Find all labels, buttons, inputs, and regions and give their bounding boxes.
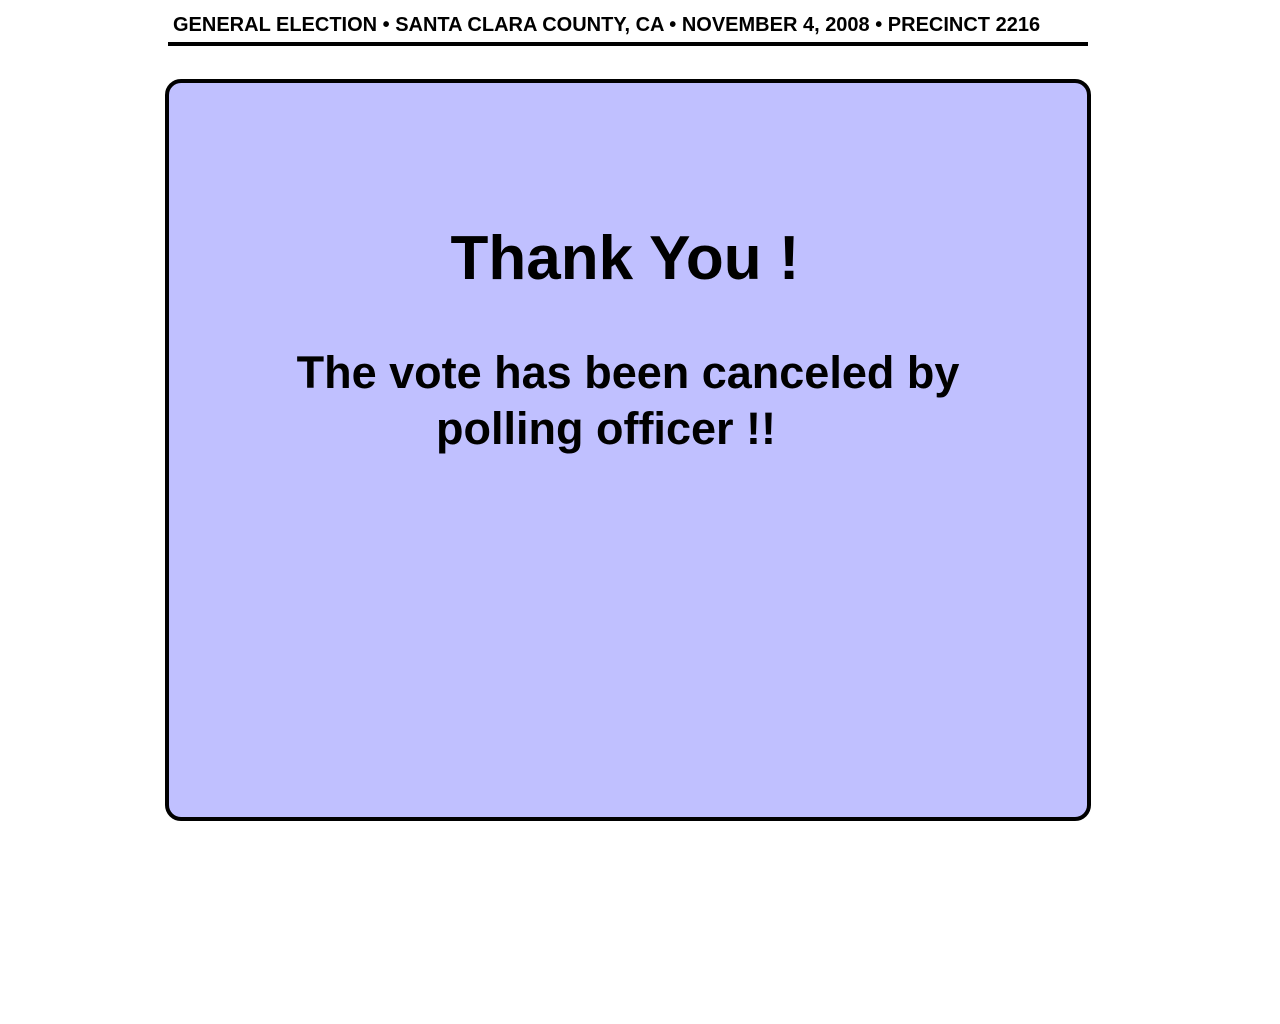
confirmation-panel: Thank You ! The vote has been canceled b…: [165, 79, 1091, 821]
thank-you-title: Thank You !: [450, 224, 800, 293]
cancellation-message-line-2: polling officer !!: [436, 403, 776, 454]
election-header-text: GENERAL ELECTION • SANTA CLARA COUNTY, C…: [173, 14, 1041, 36]
cancellation-message-line-1: The vote has been canceled by: [296, 347, 960, 398]
cancellation-message: The vote has been canceled by polling of…: [165, 345, 1091, 457]
election-header: GENERAL ELECTION • SANTA CLARA COUNTY, C…: [168, 12, 1088, 46]
